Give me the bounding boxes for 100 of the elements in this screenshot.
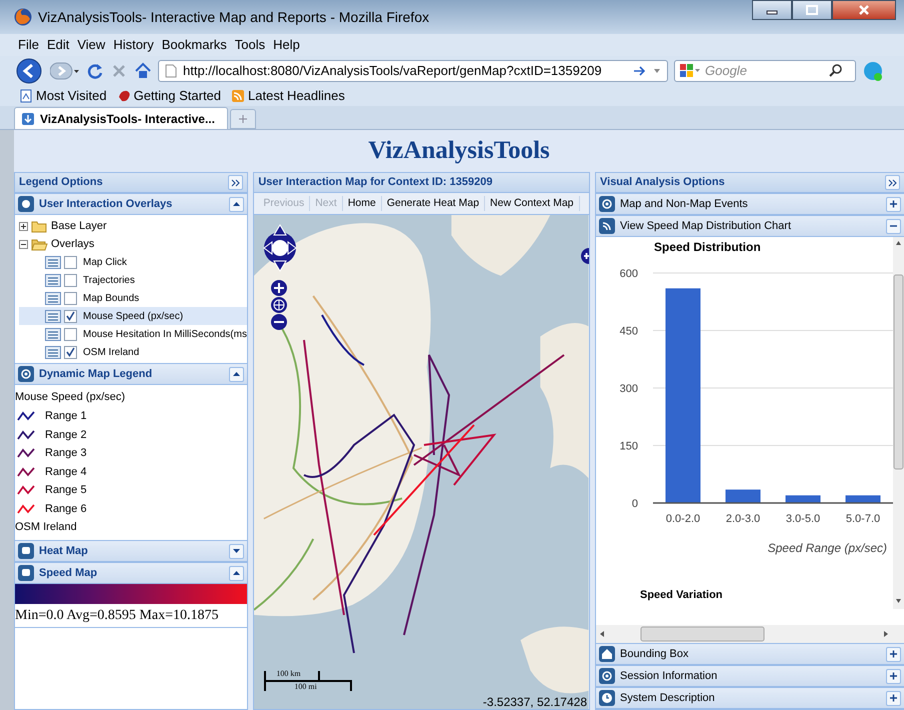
scale-label: 100 mi bbox=[294, 682, 317, 692]
browser-tab[interactable]: VizAnalysisTools- Interactive... bbox=[14, 107, 228, 129]
maximize-button[interactable] bbox=[792, 0, 832, 20]
page-title: VizAnalysisTools bbox=[367, 136, 551, 166]
go-arrow-icon[interactable] bbox=[633, 65, 647, 77]
menu-item[interactable]: Edit bbox=[42, 35, 74, 55]
collapse-button[interactable] bbox=[886, 646, 901, 662]
collapse-button[interactable] bbox=[886, 668, 901, 684]
collapse-button[interactable] bbox=[229, 366, 244, 382]
reload-icon[interactable] bbox=[86, 62, 104, 80]
forward-icon[interactable] bbox=[50, 61, 80, 81]
close-button[interactable] bbox=[832, 0, 896, 20]
collapse-node-icon[interactable] bbox=[19, 240, 28, 248]
section-header[interactable]: Bounding Box bbox=[596, 643, 904, 665]
toolbar-button[interactable]: Generate Heat Map bbox=[382, 196, 486, 212]
tree-row[interactable]: Trajectories bbox=[19, 271, 248, 289]
axis-tick-label: 450 bbox=[620, 326, 638, 338]
menu-item[interactable]: Tools bbox=[230, 35, 270, 55]
scale-bar-icon bbox=[264, 669, 352, 693]
section-title: User Interaction Overlays bbox=[39, 196, 172, 212]
section-title: Map and Non-Map Events bbox=[620, 196, 748, 212]
speech-bubble-icon bbox=[18, 565, 34, 581]
section-title: System Description bbox=[620, 690, 715, 706]
vertical-scrollbar[interactable] bbox=[893, 237, 904, 609]
tree-row[interactable]: Mouse Speed (px/sec) bbox=[19, 307, 248, 325]
bookmark-link[interactable]: Getting Started bbox=[114, 86, 224, 106]
address-field[interactable]: http://localhost:8080/VizAnalysisTools/vaReport/genMap?cxtID=1359209 bbox=[158, 60, 668, 82]
caret-icon[interactable] bbox=[653, 68, 661, 74]
section-header[interactable]: Session Information bbox=[596, 665, 904, 687]
menu-item[interactable]: File bbox=[14, 35, 43, 55]
layer-switcher-icon[interactable] bbox=[579, 247, 589, 265]
expand-icon bbox=[232, 547, 242, 555]
tree-row[interactable]: Map Bounds bbox=[19, 289, 248, 307]
tree-item[interactable]: Overlays bbox=[51, 236, 94, 252]
section-title: Dynamic Map Legend bbox=[39, 366, 152, 382]
horizontal-scrollbar[interactable] bbox=[596, 625, 904, 643]
checkbox[interactable] bbox=[64, 328, 77, 340]
legend-heading: Mouse Speed (px/sec) bbox=[15, 390, 126, 405]
section-title: Bounding Box bbox=[620, 646, 688, 662]
collapse-panel-button[interactable] bbox=[228, 175, 244, 190]
pan-control-icon[interactable] bbox=[262, 223, 298, 273]
section-header[interactable]: User Interaction Overlays bbox=[15, 193, 248, 215]
window-title: VizAnalysisTools- Interactive Map and Reports - Mozilla Firefox bbox=[38, 8, 430, 27]
zoom-in-icon[interactable] bbox=[270, 279, 288, 297]
menu-item[interactable]: History bbox=[109, 35, 158, 55]
axis-tick-label: 2.0-3.0 bbox=[726, 513, 760, 525]
home-icon[interactable] bbox=[134, 62, 152, 80]
speed-stats: Min=0.0 Avg=0.8595 Max=10.1875 bbox=[15, 604, 248, 628]
folder-icon bbox=[31, 220, 48, 232]
feed-icon bbox=[599, 218, 615, 234]
layer-list-icon bbox=[45, 292, 61, 304]
target-icon bbox=[599, 196, 615, 212]
section-header[interactable]: Map and Non-Map Events bbox=[596, 193, 904, 215]
legend-footer: OSM Ireland bbox=[15, 518, 248, 536]
collapse-button[interactable] bbox=[229, 566, 244, 580]
section-header[interactable]: System Description bbox=[596, 687, 904, 709]
tree-row[interactable]: Mouse Hesitation In MilliSeconds(ms bbox=[19, 325, 248, 343]
layer-label: Map Click bbox=[83, 256, 127, 270]
minimize-button[interactable] bbox=[752, 0, 792, 20]
search-engine-icon[interactable] bbox=[679, 63, 701, 79]
checkbox[interactable] bbox=[64, 346, 77, 358]
collapse-button[interactable] bbox=[886, 196, 901, 212]
tree-item[interactable]: Base Layer bbox=[51, 218, 107, 234]
section-header[interactable]: View Speed Map Distribution Chart bbox=[596, 215, 904, 237]
clock-icon bbox=[599, 690, 615, 706]
back-icon[interactable] bbox=[16, 58, 44, 84]
bar bbox=[726, 490, 760, 503]
collapse-panel-button[interactable] bbox=[885, 175, 900, 190]
legend-label: Range 3 bbox=[45, 446, 87, 461]
expand-node-icon[interactable] bbox=[19, 222, 28, 230]
bookmark-link[interactable]: Most Visited bbox=[16, 86, 110, 106]
tree-row[interactable]: Map Click bbox=[19, 253, 248, 271]
bookmark-link[interactable]: Latest Headlines bbox=[228, 86, 348, 106]
section-header[interactable]: Dynamic Map Legend bbox=[15, 363, 248, 385]
collapse-button[interactable] bbox=[886, 690, 901, 706]
section-header[interactable]: Heat Map bbox=[15, 540, 248, 562]
collapse-button[interactable] bbox=[229, 544, 244, 558]
tree-row[interactable]: OSM Ireland bbox=[19, 343, 248, 361]
section-header[interactable]: Speed Map bbox=[15, 562, 248, 584]
zoom-out-icon[interactable] bbox=[270, 313, 288, 331]
axis-tick-label: 3.0-5.0 bbox=[786, 513, 820, 525]
collapse-button[interactable] bbox=[229, 196, 244, 212]
toolbar-button[interactable]: New Context Map bbox=[485, 196, 580, 212]
collapse-button[interactable] bbox=[886, 218, 901, 234]
checkbox[interactable] bbox=[64, 310, 77, 322]
menu-item[interactable]: Help bbox=[269, 35, 304, 55]
checkbox[interactable] bbox=[64, 274, 77, 286]
coordinates-readout: -3.52337, 52.17428 bbox=[482, 695, 587, 709]
menu-item[interactable]: Bookmarks bbox=[158, 35, 231, 55]
legend-label: Range 1 bbox=[45, 409, 87, 424]
new-tab-button[interactable] bbox=[230, 109, 256, 129]
menu-item[interactable]: View bbox=[73, 35, 110, 55]
checkbox[interactable] bbox=[64, 292, 77, 304]
toolbar-button[interactable]: Home bbox=[342, 196, 382, 212]
search-icon[interactable] bbox=[829, 64, 843, 78]
checkbox[interactable] bbox=[64, 256, 77, 268]
expand-icon bbox=[889, 694, 898, 702]
double-chevron-icon bbox=[231, 178, 240, 186]
legend-label: Range 5 bbox=[45, 483, 87, 498]
search-field[interactable]: Google bbox=[674, 60, 856, 82]
